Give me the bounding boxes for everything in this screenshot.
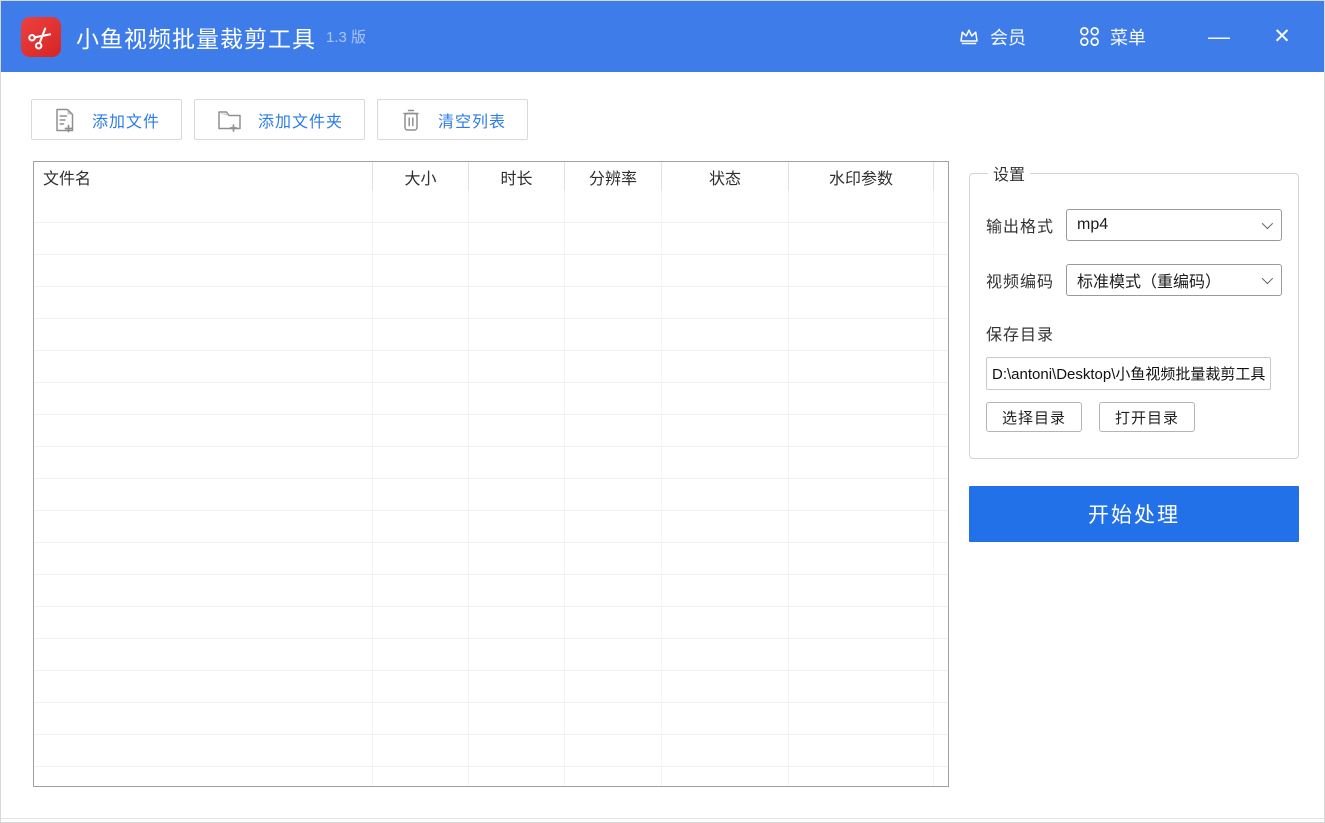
encoder-select[interactable]: 标准模式（重编码） <box>1066 264 1282 296</box>
output-format-select[interactable]: mp4 <box>1066 209 1282 241</box>
encoder-label: 视频编码 <box>986 274 1055 291</box>
app-logo <box>21 16 61 57</box>
app-window: 小鱼视频批量裁剪工具 1.3 版 会员 菜单 — ✕ 添加文件 添加文件夹 清空… <box>0 0 1325 823</box>
member-button[interactable]: 会员 <box>953 18 1030 56</box>
settings-group: 设置 输出格式 mp4 视频编码 标准模式（重编码） 保存目录 D:\anton… <box>969 161 1299 459</box>
add-file-button[interactable]: 添加文件 <box>31 99 183 140</box>
table-row <box>34 703 948 735</box>
save-dir-label: 保存目录 <box>986 327 1055 344</box>
clear-list-button[interactable]: 清空列表 <box>377 99 529 140</box>
table-row <box>34 255 948 287</box>
scissors-icon <box>28 26 52 49</box>
table-row <box>34 511 948 543</box>
add-folder-icon <box>218 110 241 132</box>
crown-icon <box>960 28 978 44</box>
choose-dir-button[interactable]: 选择目录 <box>986 402 1083 432</box>
dir-button-row: 选择目录 打开目录 <box>986 402 1282 432</box>
file-table-body <box>34 191 948 786</box>
menu-label: 菜单 <box>1110 27 1146 48</box>
add-folder-button[interactable]: 添加文件夹 <box>194 99 366 140</box>
table-row <box>34 639 948 671</box>
page-title: 小鱼视频批量裁剪工具 <box>76 25 316 52</box>
table-row <box>34 415 948 447</box>
save-dir-input[interactable] <box>986 357 1271 390</box>
column-header-filler <box>934 162 948 191</box>
table-row <box>34 671 948 703</box>
add-file-label: 添加文件 <box>92 113 161 131</box>
table-row <box>34 351 948 383</box>
output-format-label: 输出格式 <box>986 219 1055 236</box>
menu-button[interactable]: 菜单 <box>1074 18 1150 56</box>
main-content: 文件名 大小 时长 分辨率 状态 水印参数 设置 输出格式 mp4 视频编码 标… <box>33 161 1324 787</box>
member-label: 会员 <box>990 27 1026 48</box>
output-format-row: 输出格式 mp4 <box>986 209 1282 241</box>
column-header-watermark[interactable]: 水印参数 <box>789 162 934 191</box>
table-row <box>34 767 948 786</box>
start-processing-button[interactable]: 开始处理 <box>969 486 1299 542</box>
add-file-icon <box>56 108 74 132</box>
titlebar: 小鱼视频批量裁剪工具 1.3 版 会员 菜单 — ✕ <box>1 1 1324 72</box>
grid-icon <box>1080 27 1099 46</box>
close-button[interactable]: ✕ <box>1256 17 1308 57</box>
table-row <box>34 319 948 351</box>
clear-list-label: 清空列表 <box>438 113 507 131</box>
chevron-down-icon <box>1261 217 1274 230</box>
table-header: 文件名 大小 时长 分辨率 状态 水印参数 <box>34 162 948 191</box>
minimize-button[interactable]: — <box>1196 17 1242 57</box>
column-header-duration[interactable]: 时长 <box>469 162 565 191</box>
add-folder-label: 添加文件夹 <box>258 113 344 131</box>
file-table: 文件名 大小 时长 分辨率 状态 水印参数 <box>33 161 949 787</box>
settings-title: 设置 <box>993 167 1026 184</box>
settings-panel: 设置 输出格式 mp4 视频编码 标准模式（重编码） 保存目录 D:\anton… <box>969 161 1299 542</box>
toolbar: 添加文件 添加文件夹 清空列表 <box>1 72 1324 140</box>
output-format-value: mp4 <box>1077 216 1109 233</box>
encoder-value: 标准模式（重编码） <box>1077 274 1222 291</box>
table-row <box>34 223 948 255</box>
table-row <box>34 543 948 575</box>
table-row <box>34 575 948 607</box>
table-row <box>34 287 948 319</box>
column-header-resolution[interactable]: 分辨率 <box>565 162 662 191</box>
chevron-down-icon <box>1261 272 1274 285</box>
column-header-size[interactable]: 大小 <box>373 162 469 191</box>
trash-icon <box>403 109 419 131</box>
table-row <box>34 735 948 767</box>
column-header-filename[interactable]: 文件名 <box>34 162 373 191</box>
encoder-row: 视频编码 标准模式（重编码） <box>986 264 1282 296</box>
table-row <box>34 479 948 511</box>
open-dir-button[interactable]: 打开目录 <box>1099 402 1196 432</box>
version-label: 1.3 版 <box>326 29 367 46</box>
table-row <box>34 447 948 479</box>
table-row <box>34 191 948 223</box>
table-row <box>34 607 948 639</box>
column-header-status[interactable]: 状态 <box>662 162 789 191</box>
table-row <box>34 383 948 415</box>
window-bottom-edge <box>1 818 1324 819</box>
